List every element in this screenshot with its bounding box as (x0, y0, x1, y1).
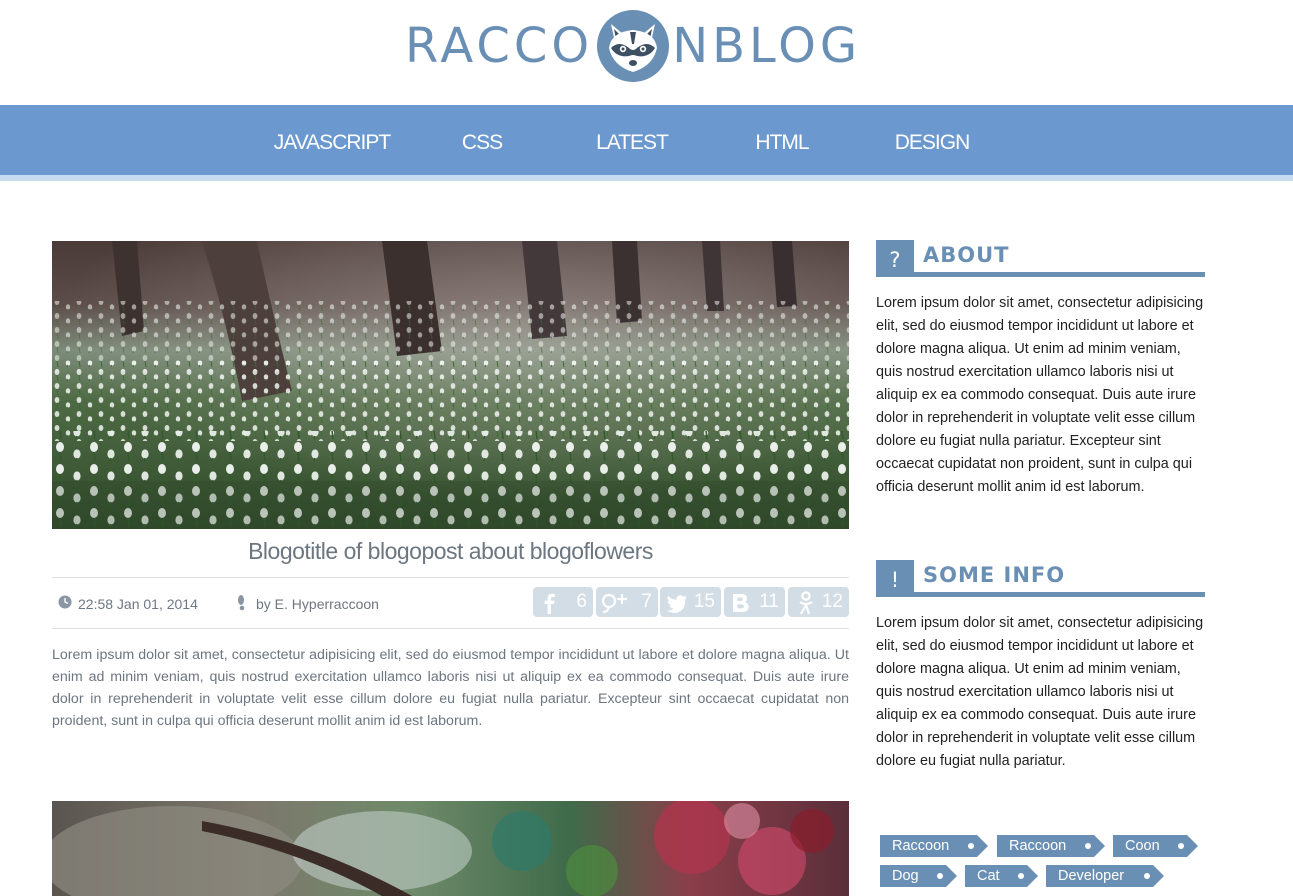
facebook-icon (537, 590, 563, 622)
info-widget-header: ! SOME INFO (876, 560, 1205, 597)
share-google-plus[interactable]: 7 (596, 587, 658, 617)
share-facebook[interactable]: 6 (533, 587, 593, 617)
nav-item-css[interactable]: CSS (407, 105, 557, 175)
post-featured-image[interactable] (52, 241, 849, 529)
post-meta-bar: 22:58 Jan 01, 2014 by E. Hyperraccoon 6 … (52, 577, 849, 629)
tag-label: Coon (1125, 838, 1160, 854)
share-count: 15 (693, 591, 715, 612)
tag-label: Cat (977, 868, 1000, 884)
question-icon: ? (876, 240, 914, 272)
info-widget-text: Lorem ipsum dolor sit amet, consectetur … (876, 615, 1204, 769)
raccoon-face-icon (597, 9, 670, 82)
share-vk[interactable]: 11 (724, 587, 785, 617)
tag-dog[interactable]: Dog (880, 865, 957, 887)
tag-label: Developer (1058, 868, 1125, 884)
share-count: 6 (576, 591, 587, 612)
post-featured-image[interactable] (52, 801, 849, 896)
nav-accent-stripe (0, 175, 1293, 181)
tag-developer[interactable]: Developer (1046, 865, 1164, 887)
nav-item-javascript[interactable]: JAVASCRIPT (257, 105, 407, 175)
tag-cat[interactable]: Cat (965, 865, 1038, 887)
about-widget-header: ? ABOUT (876, 240, 1205, 277)
footprint-icon (234, 593, 250, 614)
site-logo[interactable]: RACCO NBLOG (405, 8, 861, 83)
tag-label: Raccoon (1009, 838, 1067, 854)
tag-coon[interactable]: Coon (1113, 835, 1198, 857)
share-count: 11 (759, 591, 779, 612)
odnoklassniki-icon (792, 590, 818, 622)
tag-raccoon[interactable]: Raccoon (880, 835, 988, 857)
nav-item-design[interactable]: DESIGN (857, 105, 1007, 175)
post-datetime: 22:58 Jan 01, 2014 (78, 595, 198, 612)
clock-icon (58, 595, 72, 612)
post-excerpt: Lorem ipsum dolor sit amet, consectetur … (52, 647, 849, 729)
post-author-name[interactable]: by E. Hyperraccoon (256, 596, 379, 612)
google-plus-icon (600, 590, 630, 622)
share-count: 7 (641, 591, 652, 612)
tag-label: Raccoon (892, 838, 950, 854)
share-odnoklassniki[interactable]: 12 (788, 587, 849, 617)
post-date: 22:58 Jan 01, 2014 (58, 595, 198, 612)
main-navigation: JAVASCRIPT CSS LATEST HTML DESIGN (0, 105, 1293, 175)
nav-item-latest[interactable]: LATEST (557, 105, 707, 175)
logo-text-right: NBLOG (672, 17, 862, 74)
share-count: 12 (821, 591, 843, 612)
twitter-icon (664, 590, 690, 622)
tag-raccoon[interactable]: Raccoon (997, 835, 1105, 857)
about-widget-text: Lorem ipsum dolor sit amet, consectetur … (876, 295, 1204, 495)
post-author: by E. Hyperraccoon (234, 593, 379, 614)
exclamation-icon: ! (876, 560, 914, 592)
tag-label: Dog (892, 868, 919, 884)
about-widget-title: ABOUT (923, 243, 1010, 267)
info-widget-title: SOME INFO (923, 563, 1066, 587)
nav-item-html[interactable]: HTML (707, 105, 857, 175)
share-twitter[interactable]: 15 (660, 587, 721, 617)
post-title[interactable]: Blogotitle of blogopost about blogoflowe… (52, 538, 849, 565)
vk-icon (728, 590, 754, 622)
site-header: RACCO NBLOG (0, 0, 1293, 105)
logo-text-left: RACCO (405, 17, 594, 74)
